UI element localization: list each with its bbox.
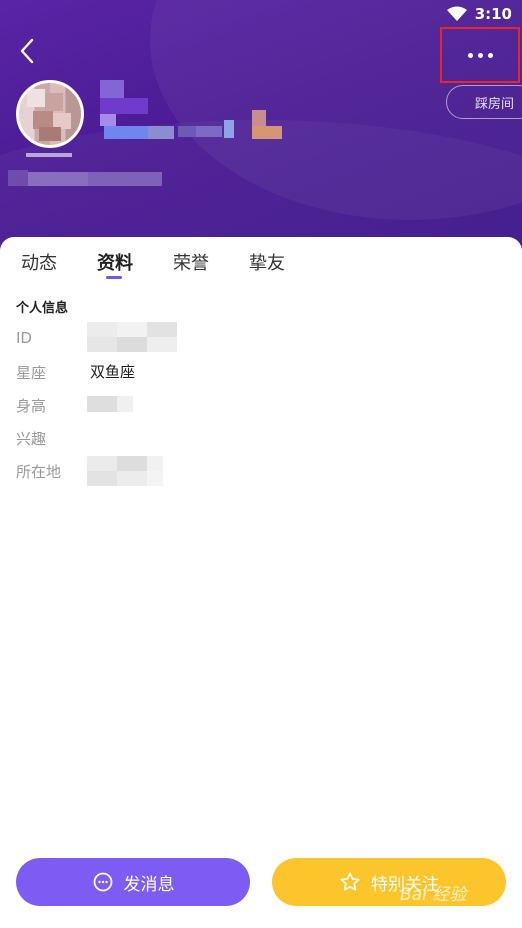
visit-room-button[interactable]: 踩房间 [446,85,522,119]
visit-room-label: 踩房间 [475,96,515,112]
back-button[interactable] [12,34,42,68]
more-dots-icon [467,52,473,58]
send-message-label: 发消息 [123,874,175,895]
info-row-height: 身高 [16,393,496,417]
section-title: 个人信息 [16,301,69,316]
special-follow-button[interactable]: 特别关注 [272,858,506,906]
status-bar: 3:10 [446,3,512,25]
tab-bar: 动态 资料 荣誉 挚友 [0,237,522,283]
zodiac-value: 双鱼座 [90,363,136,381]
more-options-button[interactable] [440,27,520,83]
info-label: 身高 [16,397,47,415]
info-row-id: ID [16,322,496,352]
info-row-location: 所在地 [16,456,496,486]
info-row-interests: 兴趣 [16,426,496,450]
location-value-redacted [87,456,163,486]
height-value-redacted [87,396,133,412]
tab-feed[interactable]: 动态 [21,249,57,275]
info-label: ID [16,329,32,347]
star-icon [340,872,360,891]
profile-header: 3:10 踩房间 [0,0,522,250]
active-tab-indicator [106,276,122,279]
chat-bubble-icon [93,872,112,892]
info-label: 星座 [16,364,47,382]
tab-profile[interactable]: 资料 [97,249,133,275]
info-row-zodiac: 星座 双鱼座 [16,360,496,384]
nickname-redacted [100,80,290,142]
info-label: 兴趣 [16,430,47,448]
back-arrow-icon [20,38,34,64]
watermark: Bai 经验 [400,885,467,905]
send-message-button[interactable]: 发消息 [16,858,250,906]
tab-close-friends[interactable]: 挚友 [249,249,285,275]
profile-card: 动态 资料 荣誉 挚友 个人信息 ID 星座 双鱼座 身高 兴趣 所在地 [0,237,522,928]
avatar-badge [26,153,72,157]
tab-honors[interactable]: 荣誉 [173,249,209,275]
info-label: 所在地 [16,463,62,481]
avatar[interactable] [16,80,84,148]
wifi-icon [446,6,467,21]
id-value-redacted [87,322,179,352]
bio-redacted [8,170,168,188]
status-time: 3:10 [474,5,512,23]
